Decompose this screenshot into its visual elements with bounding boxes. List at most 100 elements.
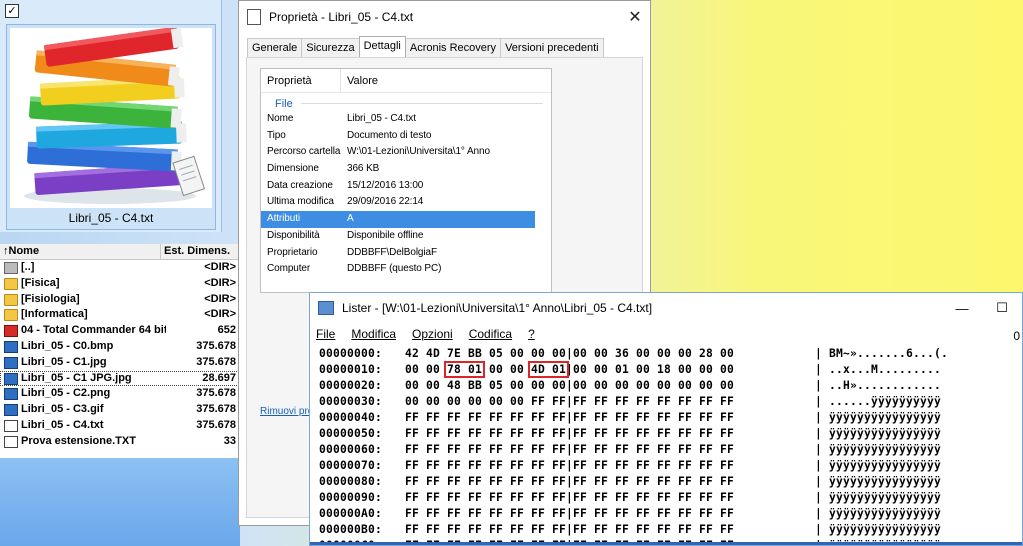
property-row[interactable]: Nome Libri_05 - C4.txt bbox=[261, 111, 551, 128]
file-size: 375.678 bbox=[196, 355, 236, 368]
file-name: [Fisiologia] bbox=[21, 292, 80, 305]
column-value-header[interactable]: Valore bbox=[341, 69, 378, 92]
file-size: 28.697 bbox=[202, 371, 236, 384]
properties-titlebar[interactable]: Proprietà - Libri_05 - C4.txt ✕ bbox=[239, 1, 650, 33]
remove-properties-link[interactable]: Rimuovi pro bbox=[260, 406, 313, 417]
folder-icon bbox=[4, 309, 18, 322]
property-name: Data creazione bbox=[267, 179, 333, 191]
property-row[interactable]: Proprietario DDBBFF\DelBolgiaF bbox=[261, 245, 551, 262]
thumbnail-tile[interactable]: Libri_05 - C4.txt bbox=[6, 24, 216, 230]
properties-column-header: Proprietà Valore bbox=[261, 69, 551, 93]
hex-address: 00000090: bbox=[319, 491, 383, 504]
file-size: 375.678 bbox=[196, 403, 236, 416]
text-file-icon bbox=[4, 435, 18, 448]
property-row[interactable]: Computer DDBBFF (questo PC) bbox=[261, 261, 551, 278]
file-row[interactable]: [Fisica] <DIR> bbox=[0, 276, 239, 292]
file-row[interactable]: [Informatica] <DIR> bbox=[0, 307, 239, 323]
hex-address: 00000050: bbox=[319, 427, 383, 440]
horizontal-scrollbar[interactable] bbox=[310, 542, 1022, 545]
property-row[interactable]: Data creazione 15/12/2016 13:00 bbox=[261, 178, 551, 195]
hex-address: 00000020: bbox=[319, 379, 383, 392]
hex-bytes: 00 00 48 BB 05 00 00 00|00 00 00 00 00 0… bbox=[405, 379, 735, 392]
menu-modifica[interactable]: Modifica bbox=[351, 327, 396, 341]
menu-help[interactable]: ? bbox=[528, 327, 535, 341]
image-icon bbox=[4, 372, 18, 385]
tab-generale[interactable]: Generale bbox=[247, 38, 303, 57]
menu-file[interactable]: File bbox=[316, 327, 335, 341]
section-label: File bbox=[275, 97, 293, 110]
property-value: 29/09/2016 22:14 bbox=[347, 196, 424, 208]
file-size: 375.678 bbox=[196, 418, 236, 431]
file-row[interactable]: Libri_05 - C2.png 375.678 bbox=[0, 386, 239, 402]
hex-ascii: | ......ÿÿÿÿÿÿÿÿÿÿ bbox=[815, 395, 942, 408]
file-size: 652 bbox=[217, 324, 236, 337]
property-value: W:\01-Lezioni\Universita\1° Anno bbox=[347, 146, 490, 158]
column-name-header[interactable]: ↑Nome bbox=[0, 244, 161, 259]
file-row[interactable]: Libri_05 - C4.txt 375.678 bbox=[0, 418, 239, 434]
tab-sicurezza[interactable]: Sicurezza bbox=[301, 38, 360, 57]
file-row[interactable]: [Fisiologia] <DIR> bbox=[0, 292, 239, 308]
section-file: File bbox=[261, 93, 551, 111]
close-icon[interactable]: ✕ bbox=[620, 7, 650, 27]
file-row[interactable]: Libri_05 - C1.jpg 375.678 bbox=[0, 355, 239, 371]
hex-line: 00000020: 00 00 48 BB 05 00 00 00|00 00 0… bbox=[319, 378, 1022, 394]
property-row[interactable]: Disponibilità Disponibile offline bbox=[261, 228, 551, 245]
file-row[interactable]: Libri_05 - C3.gif 375.678 bbox=[0, 402, 239, 418]
hex-bytes: FF FF FF FF FF FF FF FF|FF FF FF FF FF F… bbox=[405, 443, 735, 456]
property-row[interactable]: Attributi A bbox=[261, 211, 535, 228]
property-row[interactable]: Tipo Documento di testo bbox=[261, 128, 551, 145]
hex-line: 00000060: FF FF FF FF FF FF FF FF|FF FF F… bbox=[319, 442, 1022, 458]
minimize-icon[interactable]: — bbox=[942, 301, 982, 316]
hex-ascii: | BM~».......6...(. bbox=[815, 347, 949, 360]
hex-line: 000000A0: FF FF FF FF FF FF FF FF|FF FF F… bbox=[319, 506, 1022, 522]
property-row[interactable]: Percorso cartella W:\01-Lezioni\Universit… bbox=[261, 144, 551, 161]
file-row[interactable]: Libri_05 - C1 JPG.jpg 28.697 bbox=[0, 370, 239, 387]
hex-bytes: FF FF FF FF FF FF FF FF|FF FF FF FF FF F… bbox=[405, 523, 735, 536]
property-name: Dimensione bbox=[267, 163, 319, 175]
property-name: Ultima modifica bbox=[267, 196, 334, 208]
hex-ascii: | ÿÿÿÿÿÿÿÿÿÿÿÿÿÿÿÿ bbox=[815, 491, 942, 504]
file-name: Libri_05 - C0.bmp bbox=[21, 339, 114, 352]
file-list: [..] <DIR> [Fisica] <DIR> [Fisiologia] <DIR>[… bbox=[0, 260, 239, 450]
properties-table: Proprietà Valore File Nome Libri_05 - C4.… bbox=[260, 68, 552, 293]
property-value: A bbox=[347, 213, 354, 225]
section-divider bbox=[300, 103, 543, 104]
column-ext-size-header[interactable]: Est. Dimens. bbox=[161, 244, 239, 259]
hex-ascii: | ÿÿÿÿÿÿÿÿÿÿÿÿÿÿÿÿ bbox=[815, 507, 942, 520]
file-size: 33 bbox=[223, 434, 236, 447]
highlight-box bbox=[444, 361, 486, 378]
hex-address: 00000000: bbox=[319, 347, 383, 360]
maximize-icon[interactable]: ☐ bbox=[982, 300, 1022, 316]
shortcut-icon bbox=[4, 325, 18, 338]
hex-bytes: FF FF FF FF FF FF FF FF|FF FF FF FF FF F… bbox=[405, 475, 735, 488]
tab-acronis-recovery[interactable]: Acronis Recovery bbox=[404, 38, 502, 57]
menu-codifica[interactable]: Codifica bbox=[469, 327, 512, 341]
tab-versioni-precedenti[interactable]: Versioni precedenti bbox=[500, 38, 604, 57]
hex-bytes: FF FF FF FF FF FF FF FF|FF FF FF FF FF F… bbox=[405, 459, 735, 472]
property-value: DDBBFF\DelBolgiaF bbox=[347, 246, 437, 258]
property-row[interactable]: Dimensione 366 KB bbox=[261, 161, 551, 178]
file-row[interactable]: Libri_05 - C0.bmp 375.678 bbox=[0, 339, 239, 355]
tab-dettagli[interactable]: Dettagli bbox=[358, 36, 406, 58]
file-row[interactable]: 04 - Total Commander 64 bit.lnk 652 bbox=[0, 323, 239, 339]
file-row[interactable]: [..] <DIR> bbox=[0, 260, 239, 276]
file-name: Libri_05 - C1 JPG.jpg bbox=[21, 371, 132, 384]
property-value: DDBBFF (questo PC) bbox=[347, 263, 442, 275]
image-icon bbox=[4, 356, 18, 369]
column-property-header[interactable]: Proprietà bbox=[261, 69, 341, 92]
menu-opzioni[interactable]: Opzioni bbox=[412, 327, 453, 341]
hex-view[interactable]: 00000000: 42 4D 7E BB 05 00 00 00|00 00 3… bbox=[319, 346, 1022, 545]
hex-ascii: | ÿÿÿÿÿÿÿÿÿÿÿÿÿÿÿÿ bbox=[815, 443, 942, 456]
file-row[interactable]: Prova estensione.TXT 33 bbox=[0, 434, 239, 450]
thumbnail-checkbox[interactable]: ✓ bbox=[5, 4, 19, 18]
hex-line: 00000090: FF FF FF FF FF FF FF FF|FF FF F… bbox=[319, 490, 1022, 506]
hex-address: 00000080: bbox=[319, 475, 383, 488]
hex-address: 00000070: bbox=[319, 459, 383, 472]
lister-titlebar[interactable]: Lister - [W:\01-Lezioni\Universita\1° An… bbox=[310, 293, 1022, 323]
property-row[interactable]: Ultima modifica 29/09/2016 22:14 bbox=[261, 194, 551, 211]
books-stack-icon bbox=[10, 26, 212, 208]
hex-bytes: 00 00 00 00 00 00 FF FF|FF FF FF FF FF F… bbox=[405, 395, 735, 408]
hex-line: 00000010: 00 00 78 01 00 00 4D 01|00 00 0… bbox=[319, 361, 1022, 378]
thumbnail-caption: Libri_05 - C4.txt bbox=[68, 211, 154, 225]
file-size: <DIR> bbox=[204, 292, 236, 305]
